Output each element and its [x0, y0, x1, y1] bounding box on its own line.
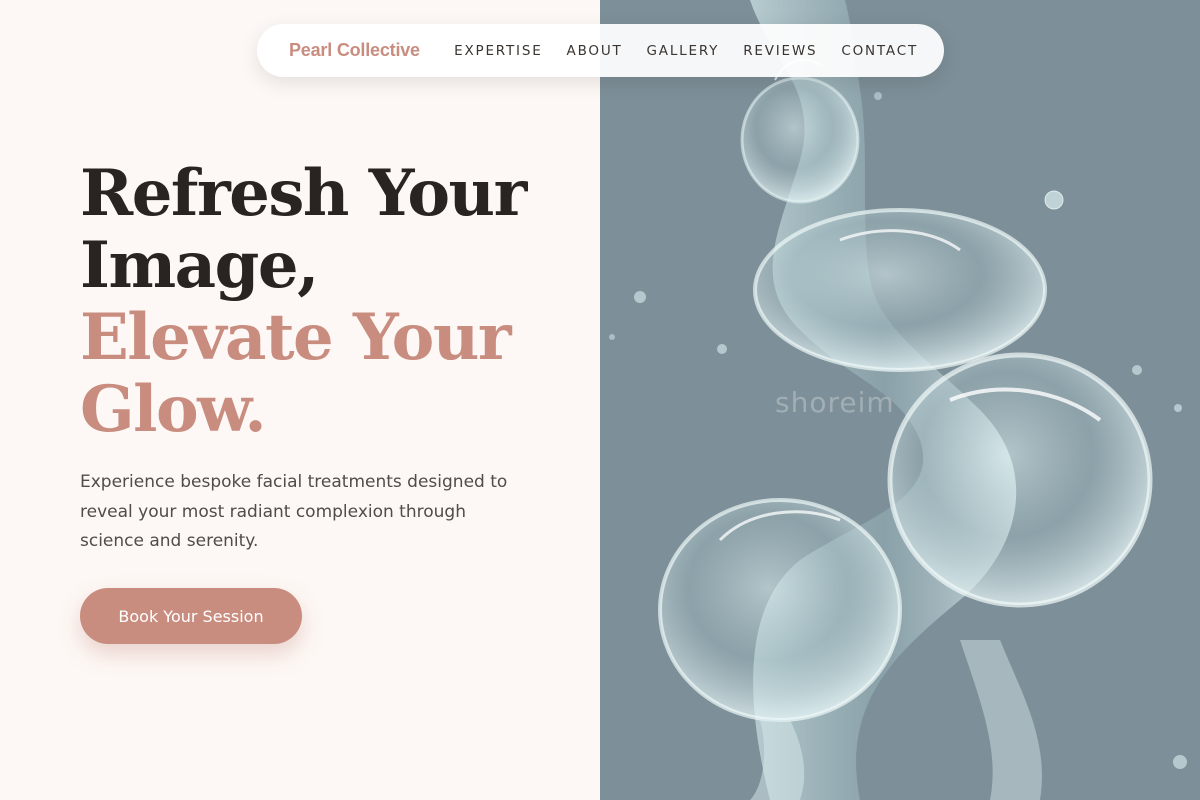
headline-accent-line: Glow. — [80, 372, 267, 447]
nav-link-expertise[interactable]: EXPERTISE — [454, 43, 542, 59]
nav-link-about[interactable]: ABOUT — [567, 43, 623, 59]
brand-logo[interactable]: Pearl Collective — [289, 40, 420, 61]
nav-link-contact[interactable]: CONTACT — [841, 43, 918, 59]
headline-line: Image, — [80, 228, 319, 303]
water-splash-image — [600, 0, 1200, 800]
top-navigation: Pearl Collective EXPERTISE ABOUT GALLERY… — [257, 24, 944, 77]
book-session-button[interactable]: Book Your Session — [80, 588, 302, 644]
watermark-text: shoreim — [775, 386, 895, 419]
nav-link-gallery[interactable]: GALLERY — [647, 43, 720, 59]
nav-link-reviews[interactable]: REVIEWS — [743, 43, 817, 59]
nav-links: EXPERTISE ABOUT GALLERY REVIEWS CONTACT — [430, 43, 918, 59]
hero-headline: Refresh Your Image, Elevate Your Glow. — [80, 158, 560, 446]
headline-line: Refresh Your — [80, 156, 527, 231]
headline-accent-line: Elevate Your — [80, 300, 512, 375]
hero-image: shoreim — [600, 0, 1200, 800]
hero-description: Experience bespoke facial treatments des… — [80, 472, 508, 551]
